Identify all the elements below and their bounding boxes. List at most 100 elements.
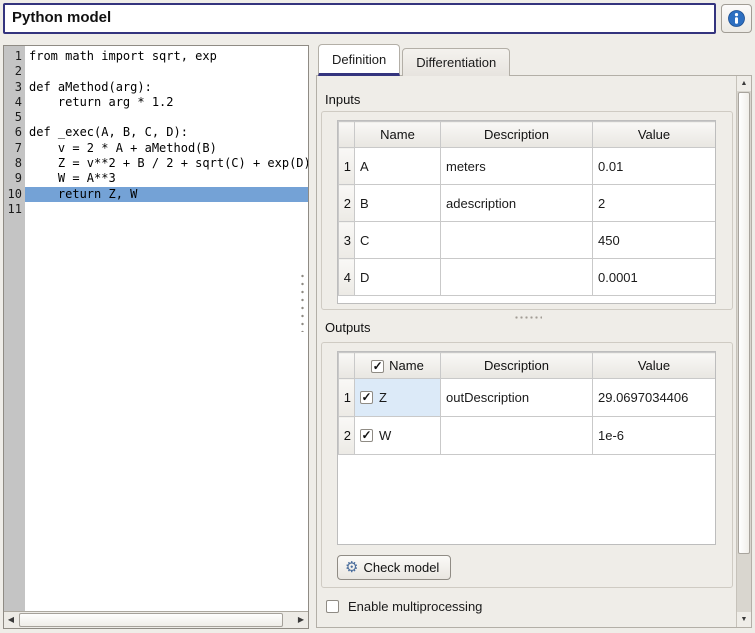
name-cell[interactable]: A <box>355 148 441 185</box>
name-cell[interactable]: ✓W <box>355 417 441 455</box>
scroll-down-arrow-icon[interactable]: ▼ <box>737 612 751 627</box>
line-number: 7 <box>4 141 25 156</box>
tab-definition[interactable]: Definition <box>318 44 400 76</box>
line-number-gutter: 1234567891011 <box>4 46 25 628</box>
gear-icon: ⚙ <box>345 560 358 575</box>
output-enabled-checkbox[interactable]: ✓ <box>360 391 373 404</box>
inputs-outputs-splitter-handle[interactable] <box>514 315 542 320</box>
column-header-name: ✓ Name <box>355 353 441 379</box>
check-model-label: Check model <box>363 560 439 575</box>
line-number: 10 <box>4 187 25 202</box>
code-line[interactable]: def _exec(A, B, C, D): <box>25 125 308 140</box>
column-header-name: Name <box>355 122 441 148</box>
row-number-cell[interactable]: 3 <box>339 222 355 259</box>
description-cell[interactable] <box>441 417 593 455</box>
row-number-cell[interactable]: 2 <box>339 185 355 222</box>
table-row: 4D 0.0001 <box>339 259 716 296</box>
inputs-table[interactable]: NameDescriptionValue 1Ameters0.012Badesc… <box>337 120 716 304</box>
description-cell[interactable]: meters <box>441 148 593 185</box>
outputs-table-header-row: ✓ Name DescriptionValue <box>339 353 716 379</box>
table-row: 3C 450 <box>339 222 716 259</box>
description-cell[interactable]: outDescription <box>441 379 593 417</box>
inputs-group-frame: NameDescriptionValue 1Ameters0.012Badesc… <box>321 111 733 310</box>
tab-bar: Definition Differentiation <box>318 44 510 76</box>
code-line[interactable]: Z = v**2 + B / 2 + sqrt(C) + exp(D) <box>25 156 308 171</box>
value-cell[interactable]: 450 <box>593 222 716 259</box>
name-cell[interactable]: ✓Z <box>355 379 441 417</box>
line-number: 4 <box>4 95 25 110</box>
outputs-group-label: Outputs <box>325 320 371 335</box>
row-number-cell[interactable]: 4 <box>339 259 355 296</box>
editor-pane-splitter-handle[interactable] <box>300 272 305 332</box>
tab-differentiation[interactable]: Differentiation <box>402 48 510 76</box>
row-number-cell[interactable]: 2 <box>339 417 355 455</box>
name-cell[interactable]: B <box>355 185 441 222</box>
column-header-label: Name <box>389 358 424 373</box>
column-header-description: Description <box>441 122 593 148</box>
column-header-value: Value <box>593 353 716 379</box>
code-line[interactable]: return Z, W <box>25 187 308 202</box>
description-cell[interactable] <box>441 222 593 259</box>
enable-multiprocessing-label: Enable multiprocessing <box>348 599 482 614</box>
code-line[interactable] <box>25 202 308 217</box>
output-name-label: W <box>379 428 391 443</box>
scroll-up-arrow-icon[interactable]: ▲ <box>737 76 751 91</box>
horizontal-scrollbar-thumb[interactable] <box>19 613 283 627</box>
line-number: 1 <box>4 49 25 64</box>
line-number: 5 <box>4 110 25 125</box>
column-header-value: Value <box>593 122 716 148</box>
outputs-group-frame: ✓NameDescriptionValue 1✓ZoutDescription2… <box>321 342 733 588</box>
description-cell[interactable] <box>441 259 593 296</box>
inputs-group-label: Inputs <box>325 92 360 107</box>
code-line[interactable]: from math import sqrt, exp <box>25 49 308 64</box>
pane-vertical-scrollbar[interactable]: ▲ ▼ <box>736 76 751 627</box>
line-number: 3 <box>4 80 25 95</box>
table-row: 2Badescription2 <box>339 185 716 222</box>
line-number: 11 <box>4 202 25 217</box>
code-editor[interactable]: 1234567891011 from math import sqrt, exp… <box>3 45 309 629</box>
value-cell[interactable]: 29.0697034406 <box>593 379 716 417</box>
scroll-right-arrow-icon[interactable]: ▶ <box>294 612 308 628</box>
description-cell[interactable]: adescription <box>441 185 593 222</box>
code-line[interactable]: def aMethod(arg): <box>25 80 308 95</box>
info-icon <box>728 10 745 27</box>
table-corner-cell <box>339 353 355 379</box>
code-line[interactable]: return arg * 1.2 <box>25 95 308 110</box>
code-line[interactable]: W = A**3 <box>25 171 308 186</box>
value-cell[interactable]: 1e-6 <box>593 417 716 455</box>
value-cell[interactable]: 0.01 <box>593 148 716 185</box>
column-header-description: Description <box>441 353 593 379</box>
definition-tab-pane: Inputs NameDescriptionValue 1Ameters0.01… <box>316 75 752 628</box>
code-line[interactable] <box>25 110 308 125</box>
select-all-checkbox[interactable]: ✓ <box>371 360 384 373</box>
line-number: 6 <box>4 125 25 140</box>
line-number: 9 <box>4 171 25 186</box>
output-enabled-checkbox[interactable]: ✓ <box>360 429 373 442</box>
name-cell[interactable]: D <box>355 259 441 296</box>
code-area[interactable]: from math import sqrt, exp def aMethod(a… <box>25 46 308 628</box>
row-number-cell[interactable]: 1 <box>339 148 355 185</box>
info-button[interactable] <box>721 4 752 33</box>
editor-horizontal-scrollbar[interactable]: ◀ ▶ <box>4 611 308 628</box>
python-model-editor-window: 1234567891011 from math import sqrt, exp… <box>0 0 755 633</box>
table-corner-cell <box>339 122 355 148</box>
name-cell[interactable]: C <box>355 222 441 259</box>
model-name-input[interactable] <box>3 3 716 34</box>
check-model-button[interactable]: ⚙ Check model <box>337 555 451 580</box>
scroll-left-arrow-icon[interactable]: ◀ <box>4 612 18 628</box>
inputs-table-header-row: NameDescriptionValue <box>339 122 716 148</box>
enable-multiprocessing-checkbox[interactable] <box>326 600 339 613</box>
table-row: 1Ameters0.01 <box>339 148 716 185</box>
value-cell[interactable]: 2 <box>593 185 716 222</box>
table-row: 1✓ZoutDescription29.0697034406 <box>339 379 716 417</box>
code-line[interactable] <box>25 64 308 79</box>
code-line[interactable]: v = 2 * A + aMethod(B) <box>25 141 308 156</box>
row-number-cell[interactable]: 1 <box>339 379 355 417</box>
line-number: 2 <box>4 64 25 79</box>
outputs-table[interactable]: ✓NameDescriptionValue 1✓ZoutDescription2… <box>337 351 716 545</box>
table-row: 2✓W1e-6 <box>339 417 716 455</box>
line-number: 8 <box>4 156 25 171</box>
vertical-scrollbar-thumb[interactable] <box>738 92 750 554</box>
output-name-label: Z <box>379 390 387 405</box>
value-cell[interactable]: 0.0001 <box>593 259 716 296</box>
